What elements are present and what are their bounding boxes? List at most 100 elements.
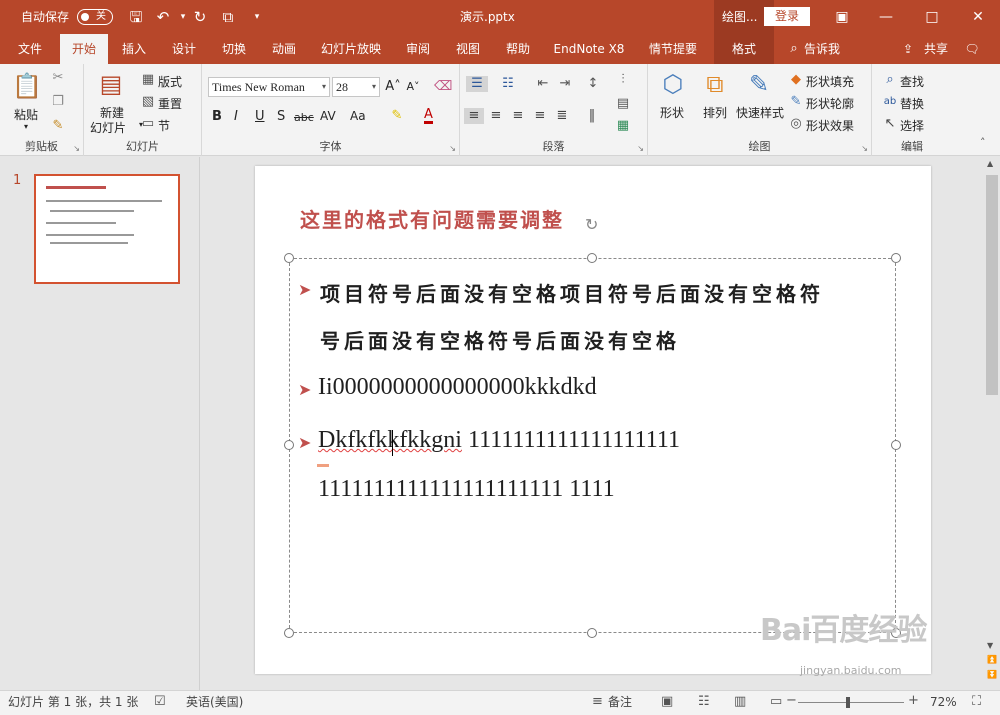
replace-icon[interactable]: ab <box>882 94 898 110</box>
layout-icon[interactable]: ▦ <box>140 72 156 88</box>
columns-icon[interactable]: ‖ <box>582 108 602 124</box>
resize-handle-top-left[interactable] <box>284 253 294 263</box>
format-painter-icon[interactable]: ✎ <box>50 118 66 134</box>
font-name-box[interactable]: Times New Roman ▾ <box>208 77 330 97</box>
paste-icon[interactable]: 📋 <box>12 72 42 100</box>
normal-view-icon[interactable]: ▣ <box>661 694 673 710</box>
align-text-icon[interactable]: ▤ <box>612 96 634 112</box>
undo-icon[interactable]: ↶ <box>152 6 174 28</box>
section-icon[interactable]: ▭ <box>140 116 156 132</box>
resize-handle-bottom[interactable] <box>587 628 597 638</box>
bullets-icon[interactable]: ☰ <box>466 76 488 92</box>
notes-button[interactable]: 备注 <box>608 690 632 715</box>
present-icon[interactable]: ⧉ <box>217 6 239 28</box>
section-button[interactable]: 节 <box>158 117 170 134</box>
tab-home[interactable]: 开始 <box>60 34 108 64</box>
quick-styles-button[interactable]: 快速样式 <box>736 104 784 121</box>
bold-button[interactable]: B <box>212 109 222 124</box>
align-left-icon[interactable]: ≡ <box>464 108 484 124</box>
clear-formatting-icon[interactable]: ⌫ <box>434 79 452 95</box>
zoom-level[interactable]: 72% <box>930 690 957 715</box>
spellcheck-icon[interactable]: ☑ <box>154 694 166 710</box>
text-direction-icon[interactable]: ⫶ <box>612 72 634 88</box>
tab-review[interactable]: 审阅 <box>396 34 440 64</box>
distributed-icon[interactable]: ≣ <box>552 108 572 124</box>
clipboard-launcher-icon[interactable]: ↘ <box>73 144 80 153</box>
shape-outline-icon[interactable]: ✎ <box>788 94 804 110</box>
change-case-button[interactable]: Aa <box>350 109 366 123</box>
reading-view-icon[interactable]: ▥ <box>734 694 746 710</box>
tab-insert[interactable]: 插入 <box>112 34 156 64</box>
bullet-1-line-1[interactable]: 项目符号后面没有空格项目符号后面没有空格符 <box>320 278 824 307</box>
language-indicator[interactable]: 英语(美国) <box>186 690 243 715</box>
tab-file[interactable]: 文件 <box>8 34 52 64</box>
arrange-icon[interactable]: ⧉ <box>700 70 730 98</box>
arrange-button[interactable]: 排列 <box>703 104 727 121</box>
save-icon[interactable]: 🖫 <box>125 6 147 28</box>
redo-icon[interactable]: ↻ <box>189 6 211 28</box>
zoom-slider[interactable] <box>798 702 904 703</box>
shadow-button[interactable]: S <box>277 109 285 124</box>
highlight-icon[interactable]: ✎ <box>388 108 406 124</box>
select-button[interactable]: 选择 <box>900 117 924 134</box>
zoom-slider-handle[interactable] <box>846 697 850 708</box>
tab-slideshow[interactable]: 幻灯片放映 <box>314 34 388 64</box>
reset-button[interactable]: 重置 <box>158 95 182 112</box>
tab-endnote[interactable]: EndNote X8 <box>548 34 630 64</box>
shape-fill-icon[interactable]: ◆ <box>788 72 804 88</box>
select-icon[interactable]: ↖ <box>882 116 898 132</box>
fit-slide-icon[interactable]: ⛶ <box>972 694 981 710</box>
autocorrect-indicator[interactable] <box>317 464 329 467</box>
lightbulb-icon[interactable]: ⌕ <box>786 34 802 64</box>
maximize-icon[interactable]: □ <box>910 0 954 34</box>
bullet-3-line-1[interactable]: Dkfkfkkfkkgni 1111111111111111111 <box>318 427 680 454</box>
align-right-icon[interactable]: ≡ <box>508 108 528 124</box>
reset-icon[interactable]: ▧ <box>140 94 156 110</box>
misspelled-word[interactable]: Dkfkfkkfkkgni <box>318 427 462 453</box>
bullet-1-line-2[interactable]: 号后面没有空格符号后面没有空格 <box>320 325 680 354</box>
shrink-font-icon[interactable]: A˅ <box>404 79 422 95</box>
align-center-icon[interactable]: ≡ <box>486 108 506 124</box>
shapes-button[interactable]: 形状 <box>660 104 684 121</box>
tab-view[interactable]: 视图 <box>446 34 490 64</box>
layout-button[interactable]: 版式 <box>158 73 182 90</box>
slideshow-view-icon[interactable]: ▭ <box>770 694 782 710</box>
login-button[interactable]: 登录 <box>764 7 810 26</box>
quick-styles-icon[interactable]: ✎ <box>744 70 774 98</box>
justify-icon[interactable]: ≡ <box>530 108 550 124</box>
resize-handle-left[interactable] <box>284 440 294 450</box>
tab-animations[interactable]: 动画 <box>262 34 306 64</box>
resize-handle-right[interactable] <box>891 440 901 450</box>
scrollbar-thumb[interactable] <box>986 175 998 395</box>
slide-title[interactable]: 这里的格式有问题需要调整 <box>300 204 564 233</box>
scroll-up-icon[interactable]: ▲ <box>987 159 993 168</box>
zoom-in-icon[interactable]: + <box>908 693 919 709</box>
numbering-icon[interactable]: ☷ <box>498 76 518 92</box>
tab-transitions[interactable]: 切换 <box>212 34 256 64</box>
font-color-button[interactable]: A <box>424 108 433 124</box>
share-icon[interactable]: ⇪ <box>900 34 916 64</box>
shape-effects-icon[interactable]: ◎ <box>788 116 804 132</box>
customize-qat-icon[interactable]: ▾ <box>246 6 268 28</box>
zoom-out-icon[interactable]: − <box>786 693 797 709</box>
tab-format[interactable]: 格式 <box>714 34 774 64</box>
ribbon-display-icon[interactable]: ▣ <box>820 0 864 34</box>
new-slide-label-2[interactable]: 幻灯片 <box>90 119 126 136</box>
rotate-handle-icon[interactable]: ↻ <box>585 215 598 234</box>
collapse-ribbon-icon[interactable]: ˄ <box>980 136 986 149</box>
slide-thumbnail[interactable] <box>34 174 180 284</box>
new-slide-icon[interactable]: ▤ <box>96 70 126 98</box>
bullet-3-line-2[interactable]: 1111111111111111111111 1111 <box>318 476 615 503</box>
increase-indent-icon[interactable]: ⇥ <box>556 76 574 92</box>
resize-handle-top-right[interactable] <box>891 253 901 263</box>
drawing-launcher-icon[interactable]: ↘ <box>861 144 868 153</box>
char-spacing-button[interactable]: AV <box>320 109 336 123</box>
shape-effects-button[interactable]: 形状效果 <box>806 117 854 134</box>
smartart-icon[interactable]: ▦ <box>612 118 634 134</box>
tab-help[interactable]: 帮助 <box>496 34 540 64</box>
font-size-dropdown-icon[interactable]: ▾ <box>372 78 376 96</box>
resize-handle-bottom-left[interactable] <box>284 628 294 638</box>
copy-icon[interactable]: ❐ <box>50 94 66 110</box>
paragraph-launcher-icon[interactable]: ↘ <box>637 144 644 153</box>
tab-storyboard[interactable]: 情节提要 <box>640 34 706 64</box>
